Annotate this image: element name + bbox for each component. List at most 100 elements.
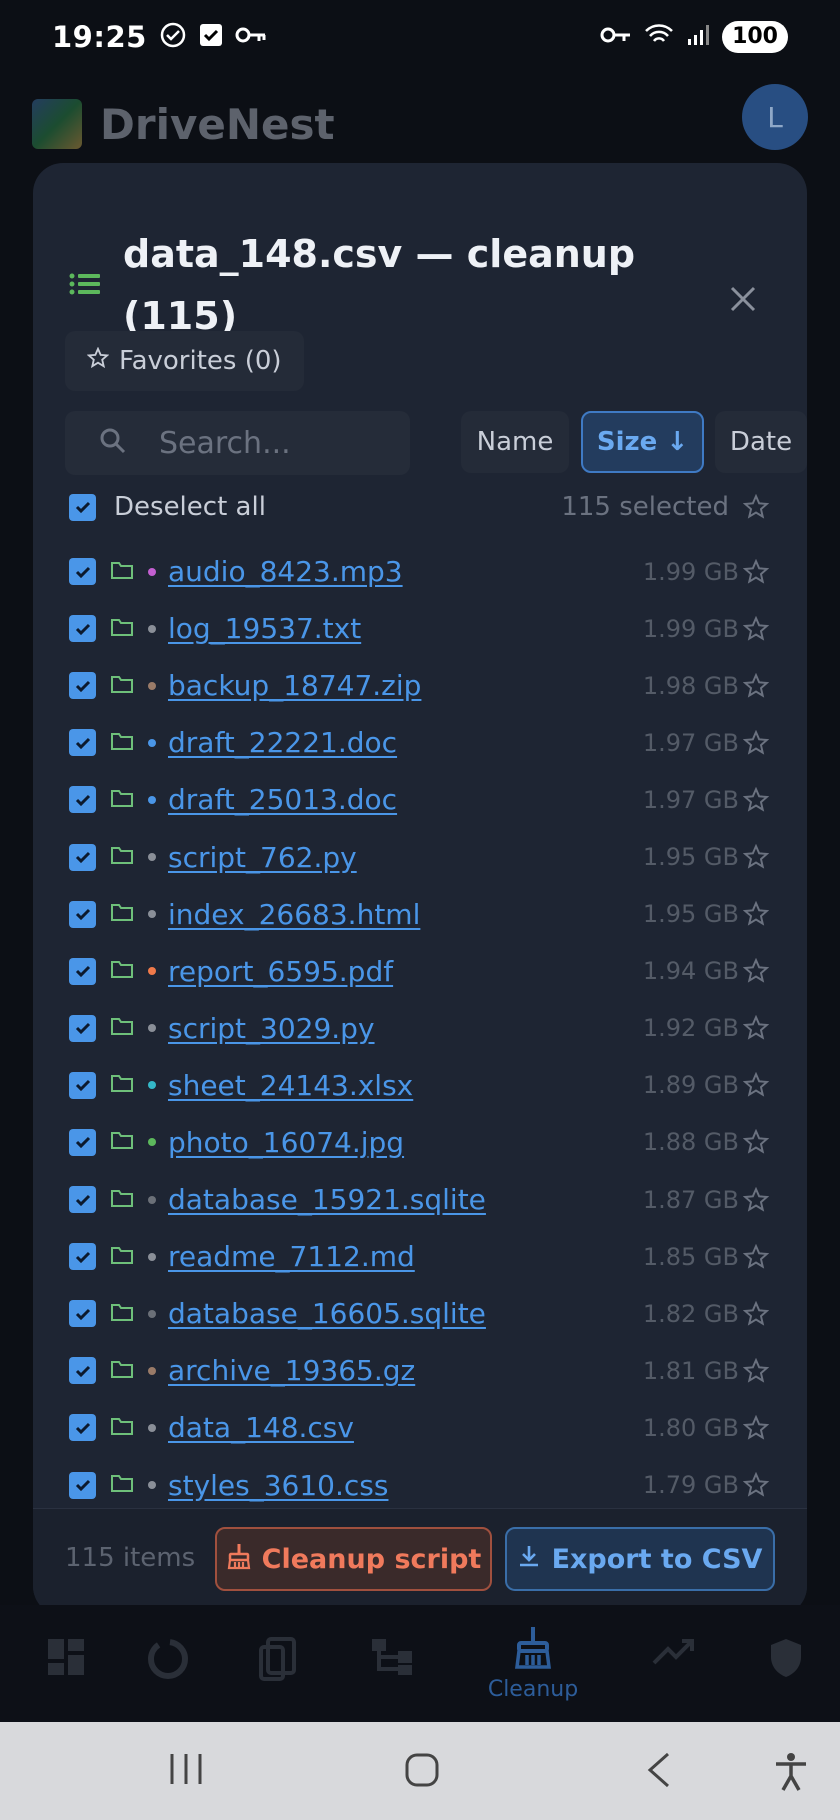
file-name-link[interactable]: script_3029.py — [168, 1012, 375, 1045]
folder-icon[interactable] — [110, 617, 134, 641]
file-size: 1.95 GB — [642, 843, 739, 872]
file-type-dot — [148, 853, 156, 862]
file-name-link[interactable]: draft_22221.doc — [168, 726, 397, 759]
file-checkbox[interactable] — [69, 729, 96, 757]
file-checkbox[interactable] — [69, 558, 96, 586]
file-name-link[interactable]: sheet_24143.xlsx — [168, 1069, 413, 1102]
star-outline-icon[interactable] — [743, 672, 769, 699]
file-checkbox[interactable] — [69, 1128, 96, 1156]
file-checkbox[interactable] — [69, 615, 96, 643]
star-outline-icon[interactable] — [743, 901, 769, 927]
star-outline-icon[interactable] — [743, 1186, 769, 1213]
file-name-link[interactable]: database_16605.sqlite — [168, 1297, 486, 1330]
folder-icon[interactable] — [110, 1302, 134, 1326]
folder-icon[interactable] — [110, 1130, 134, 1154]
file-name-link[interactable]: readme_7112.md — [168, 1240, 415, 1273]
favorites-chip[interactable]: Favorites (0) — [65, 331, 304, 391]
file-name-link[interactable]: script_762.py — [168, 841, 357, 874]
search-input[interactable] — [159, 425, 379, 461]
folder-icon[interactable] — [110, 902, 134, 926]
sort-by-size-button[interactable]: Size ↓ — [581, 411, 704, 473]
file-name-link[interactable]: database_15921.sqlite — [168, 1183, 486, 1216]
file-name-link[interactable]: data_148.csv — [168, 1411, 354, 1444]
file-size: 1.95 GB — [642, 900, 739, 929]
file-type-dot — [148, 1024, 156, 1033]
file-type-dot — [148, 910, 156, 919]
file-name-link[interactable]: backup_18747.zip — [168, 669, 421, 702]
file-checkbox[interactable] — [69, 1471, 96, 1499]
folder-icon[interactable] — [110, 731, 134, 755]
close-button[interactable] — [723, 281, 763, 321]
file-checkbox[interactable] — [69, 672, 96, 700]
star-outline-icon[interactable] — [743, 558, 769, 585]
export-csv-button[interactable]: Export to CSV — [505, 1527, 775, 1591]
file-name-link[interactable]: log_19537.txt — [168, 612, 361, 645]
file-name-link[interactable]: report_6595.pdf — [168, 955, 393, 988]
star-outline-icon[interactable] — [743, 1300, 769, 1327]
recent-apps-icon[interactable] — [168, 1752, 204, 1790]
folder-icon[interactable] — [110, 1245, 134, 1269]
folder-icon[interactable] — [110, 1016, 134, 1040]
star-outline-icon[interactable] — [743, 1357, 769, 1384]
file-name-link[interactable]: styles_3610.css — [168, 1469, 388, 1502]
folder-icon[interactable] — [110, 1473, 134, 1497]
folder-icon[interactable] — [110, 674, 134, 698]
file-name-link[interactable]: photo_16074.jpg — [168, 1126, 404, 1159]
file-checkbox[interactable] — [69, 1014, 96, 1042]
deselect-all-label[interactable]: Deselect all — [114, 492, 266, 522]
avatar[interactable]: L — [742, 84, 808, 150]
star-outline-icon[interactable] — [743, 1243, 769, 1270]
back-icon[interactable] — [646, 1752, 672, 1792]
folder-icon[interactable] — [110, 1073, 134, 1097]
sort-by-name-button[interactable]: Name — [461, 411, 569, 473]
file-checkbox[interactable] — [69, 1243, 96, 1271]
trending-icon[interactable] — [644, 1637, 704, 1697]
star-outline-icon[interactable] — [743, 786, 769, 813]
folder-icon[interactable] — [110, 1359, 134, 1383]
file-name-link[interactable]: archive_19365.gz — [168, 1354, 415, 1387]
sort-by-date-button[interactable]: Date — [715, 411, 807, 473]
file-checkbox[interactable] — [69, 1300, 96, 1328]
file-name-link[interactable]: audio_8423.mp3 — [168, 555, 403, 588]
star-outline-icon[interactable] — [743, 1472, 769, 1498]
folder-icon[interactable] — [110, 560, 134, 584]
search-box — [65, 411, 410, 475]
file-checkbox[interactable] — [69, 1414, 96, 1442]
file-size: 1.98 GB — [642, 671, 739, 700]
hierarchy-icon[interactable] — [362, 1637, 422, 1697]
modal-footer: 115 items Cleanup script Export to CSV — [33, 1508, 807, 1616]
file-name-link[interactable]: index_26683.html — [168, 898, 420, 931]
star-outline-icon[interactable] — [743, 1129, 769, 1155]
file-name-link[interactable]: draft_25013.doc — [168, 783, 397, 816]
file-checkbox[interactable] — [69, 957, 96, 985]
file-checkbox[interactable] — [69, 786, 96, 814]
file-checkbox[interactable] — [69, 1357, 96, 1385]
folder-icon[interactable] — [110, 1416, 134, 1440]
star-outline-icon[interactable] — [743, 958, 769, 984]
select-all-checkbox[interactable] — [69, 493, 96, 521]
folder-icon[interactable] — [110, 788, 134, 812]
folder-icon[interactable] — [110, 1188, 134, 1212]
cleanup-script-button[interactable]: Cleanup script — [215, 1527, 492, 1591]
modal-header: data_148.csv — cleanup (115) — [33, 193, 807, 338]
folder-icon[interactable] — [110, 845, 134, 869]
file-checkbox[interactable] — [69, 843, 96, 871]
dashboard-icon[interactable] — [36, 1637, 96, 1697]
home-icon[interactable] — [404, 1752, 440, 1792]
file-checkbox[interactable] — [69, 900, 96, 928]
star-outline-icon[interactable] — [743, 1414, 769, 1441]
nav-cleanup-tab[interactable]: Cleanup — [478, 1625, 588, 1702]
star-outline-icon[interactable] — [743, 615, 769, 642]
star-all-icon[interactable] — [743, 494, 769, 520]
star-outline-icon[interactable] — [743, 1015, 769, 1041]
file-checkbox[interactable] — [69, 1071, 96, 1099]
loader-icon[interactable] — [138, 1637, 198, 1697]
star-outline-icon[interactable] — [743, 844, 769, 870]
star-outline-icon[interactable] — [743, 1072, 769, 1098]
accessibility-icon[interactable] — [774, 1752, 808, 1796]
devices-icon[interactable] — [248, 1637, 308, 1697]
file-checkbox[interactable] — [69, 1186, 96, 1214]
shield-icon[interactable] — [756, 1637, 816, 1697]
star-outline-icon[interactable] — [743, 729, 769, 756]
folder-icon[interactable] — [110, 959, 134, 983]
